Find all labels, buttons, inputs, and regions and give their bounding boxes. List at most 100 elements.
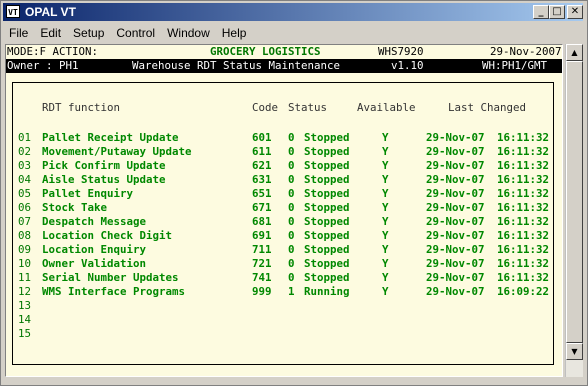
row-number: 15 <box>18 327 32 340</box>
row-status: Stopped <box>304 187 350 200</box>
row-status: Stopped <box>304 201 350 214</box>
vertical-scrollbar[interactable]: ▲ ▼ <box>565 44 583 377</box>
row-date: 29-Nov-07 <box>426 187 485 200</box>
row-status: Stopped <box>304 257 350 270</box>
row-function: Movement/Putaway Update <box>42 145 192 158</box>
app-icon[interactable]: VT <box>6 5 20 18</box>
owner-label: Owner : PH1 <box>7 59 79 72</box>
row-function: Location Enquiry <box>42 243 147 256</box>
screen-title: Warehouse RDT Status Maintenance <box>132 59 341 72</box>
row-status-code: 0 <box>288 187 295 200</box>
menu-setup[interactable]: Setup <box>67 23 110 43</box>
row-status-code: 1 <box>288 285 295 298</box>
row-code: 711 <box>252 243 272 256</box>
row-available: Y <box>382 229 389 242</box>
close-button[interactable]: ✕ <box>567 5 583 19</box>
row-date: 29-Nov-07 <box>426 257 485 270</box>
row-code: 621 <box>252 159 272 172</box>
screen-code: WHS7920 <box>378 45 424 58</box>
menu-control[interactable]: Control <box>110 23 161 43</box>
row-status: Stopped <box>304 229 350 242</box>
row-number: 13 <box>18 299 32 312</box>
row-time: 16:09:22 <box>497 285 550 298</box>
row-status: Stopped <box>304 243 350 256</box>
row-date: 29-Nov-07 <box>426 145 485 158</box>
row-number: 11 <box>18 271 32 284</box>
row-function: Pick Confirm Update <box>42 159 166 172</box>
menu-help[interactable]: Help <box>216 23 253 43</box>
row-number: 12 <box>18 285 32 298</box>
row-code: 671 <box>252 201 272 214</box>
row-available: Y <box>382 285 389 298</box>
header-line-1: MODE:F ACTION: GROCERY LOGISTICS WHS7920… <box>6 45 562 59</box>
scroll-thumb[interactable] <box>566 61 583 343</box>
row-available: Y <box>382 173 389 186</box>
row-number: 08 <box>18 229 32 242</box>
row-number: 10 <box>18 257 32 270</box>
row-number: 05 <box>18 187 32 200</box>
title-bar[interactable]: VT OPAL VT _ □ ✕ <box>3 3 583 21</box>
maximize-button[interactable]: □ <box>549 5 565 19</box>
row-date: 29-Nov-07 <box>426 201 485 214</box>
row-number: 02 <box>18 145 32 158</box>
row-function: WMS Interface Programs <box>42 285 186 298</box>
row-function: Pallet Receipt Update <box>42 131 179 144</box>
row-function: Stock Take <box>42 201 108 214</box>
version-label: v1.10 <box>391 59 424 72</box>
row-status-code: 0 <box>288 173 295 186</box>
row-time: 16:11:32 <box>497 173 550 186</box>
row-code: 681 <box>252 215 272 228</box>
row-status-code: 0 <box>288 131 295 144</box>
row-code: 601 <box>252 131 272 144</box>
row-code: 651 <box>252 187 272 200</box>
row-function: Serial Number Updates <box>42 271 179 284</box>
row-status-code: 0 <box>288 159 295 172</box>
row-code: 999 <box>252 285 272 298</box>
row-number: 07 <box>18 215 32 228</box>
menu-bar: File Edit Setup Control Window Help <box>3 23 583 43</box>
row-available: Y <box>382 257 389 270</box>
menu-window[interactable]: Window <box>161 23 216 43</box>
row-date: 29-Nov-07 <box>426 243 485 256</box>
row-time: 16:11:32 <box>497 145 550 158</box>
row-status-code: 0 <box>288 229 295 242</box>
row-status-code: 0 <box>288 257 295 270</box>
row-time: 16:11:32 <box>497 271 550 284</box>
row-status: Stopped <box>304 131 350 144</box>
terminal-screen[interactable]: MODE:F ACTION: GROCERY LOGISTICS WHS7920… <box>5 44 563 377</box>
row-date: 29-Nov-07 <box>426 131 485 144</box>
row-available: Y <box>382 187 389 200</box>
row-date: 29-Nov-07 <box>426 285 485 298</box>
row-available: Y <box>382 215 389 228</box>
scroll-down-button[interactable]: ▼ <box>566 343 583 360</box>
row-code: 721 <box>252 257 272 270</box>
minimize-button[interactable]: _ <box>533 5 549 19</box>
row-function: Owner Validation <box>42 257 147 270</box>
row-function: Despatch Message <box>42 215 147 228</box>
row-status-code: 0 <box>288 215 295 228</box>
scroll-up-button[interactable]: ▲ <box>566 44 583 61</box>
company-name: GROCERY LOGISTICS <box>210 45 321 58</box>
col-status: Status <box>288 101 328 114</box>
menu-file[interactable]: File <box>3 23 34 43</box>
row-number: 01 <box>18 131 32 144</box>
row-available: Y <box>382 243 389 256</box>
col-code: Code <box>252 101 279 114</box>
row-time: 16:11:32 <box>497 215 550 228</box>
row-available: Y <box>382 131 389 144</box>
row-status-code: 0 <box>288 201 295 214</box>
row-time: 16:11:32 <box>497 187 550 200</box>
row-code: 611 <box>252 145 272 158</box>
row-status-code: 0 <box>288 271 295 284</box>
row-number: 04 <box>18 173 32 186</box>
row-status-code: 0 <box>288 145 295 158</box>
col-last-changed: Last Changed <box>448 101 527 114</box>
warehouse-label: WH:PH1/GMT <box>482 59 548 72</box>
row-available: Y <box>382 271 389 284</box>
row-status: Stopped <box>304 215 350 228</box>
row-status: Stopped <box>304 271 350 284</box>
row-status: Running <box>304 285 350 298</box>
menu-edit[interactable]: Edit <box>34 23 67 43</box>
row-time: 16:11:32 <box>497 131 550 144</box>
row-time: 16:11:32 <box>497 243 550 256</box>
